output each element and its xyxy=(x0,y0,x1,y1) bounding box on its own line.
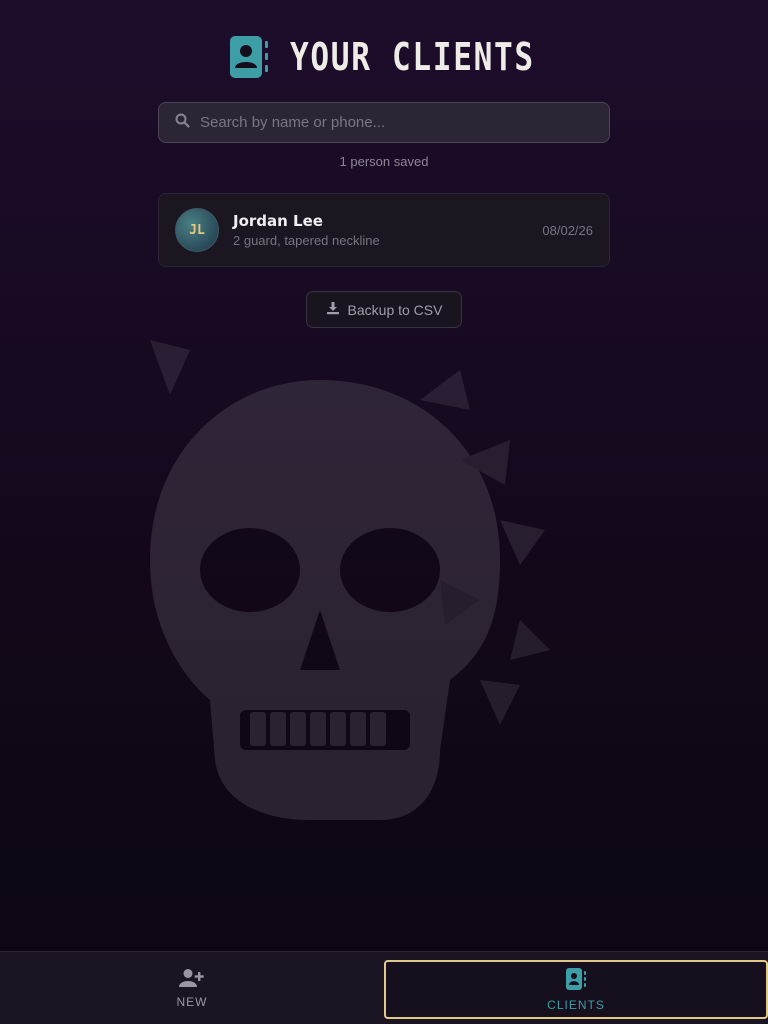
client-name: Jordan Lee xyxy=(233,212,323,230)
tab-clients-label: CLIENTS xyxy=(547,998,605,1012)
contact-book-icon xyxy=(565,967,587,994)
search-bar[interactable] xyxy=(158,102,610,143)
page-title: YOUR CLIENTS xyxy=(289,35,535,79)
backup-label: Backup to CSV xyxy=(347,301,443,318)
saved-count: 1 person saved xyxy=(339,154,429,169)
download-icon xyxy=(326,301,340,318)
search-icon xyxy=(175,113,190,132)
tab-new-label: NEW xyxy=(176,995,208,1009)
client-date: 08/02/26 xyxy=(542,222,593,238)
search-input[interactable] xyxy=(200,114,609,131)
contact-book-icon xyxy=(228,33,270,81)
bottom-tab-bar: NEW CLIENTS xyxy=(0,951,768,1024)
client-note: 2 guard, tapered neckline xyxy=(233,233,380,248)
backup-csv-button[interactable]: Backup to CSV xyxy=(306,291,462,328)
add-user-icon xyxy=(179,968,205,991)
client-card[interactable]: JL Jordan Lee 2 guard, tapered neckline … xyxy=(158,193,610,267)
skull-background-image xyxy=(150,340,550,820)
tab-clients[interactable]: CLIENTS xyxy=(384,960,768,1019)
tab-new[interactable]: NEW xyxy=(0,952,384,1024)
page-header: YOUR CLIENTS xyxy=(0,32,768,82)
client-info: Jordan Lee 2 guard, tapered neckline xyxy=(233,212,542,248)
avatar-initials: JL xyxy=(189,222,205,238)
avatar: JL xyxy=(175,208,219,252)
